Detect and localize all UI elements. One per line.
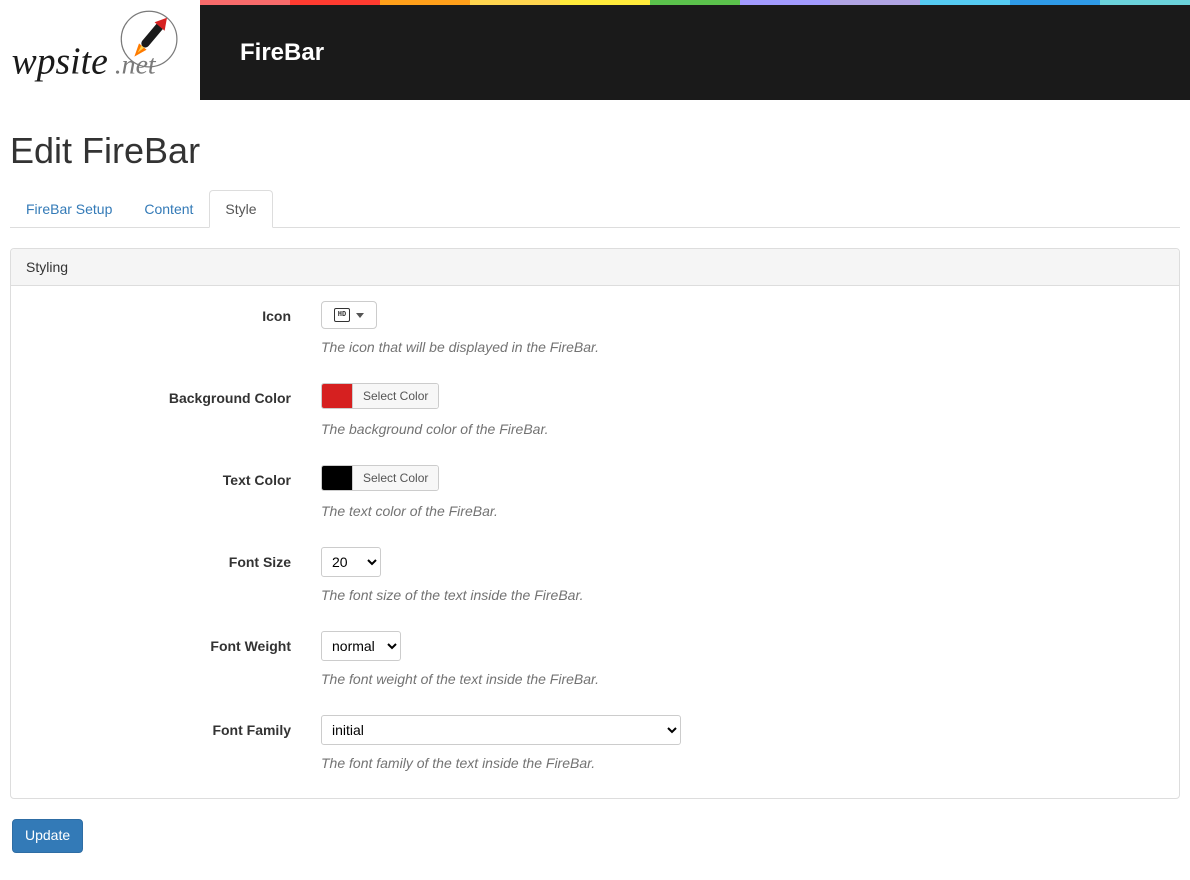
font-size-select[interactable]: 20 (321, 547, 381, 577)
panel-heading: Styling (11, 249, 1179, 286)
background-color-help: The background color of the FireBar. (321, 421, 1164, 437)
tab-content[interactable]: Content (128, 190, 209, 228)
icon-help: The icon that will be displayed in the F… (321, 339, 1164, 355)
font-weight-help: The font weight of the text inside the F… (321, 671, 1164, 687)
icon-picker-button[interactable]: HD (321, 301, 377, 329)
font-family-select[interactable]: initial (321, 715, 681, 745)
text-color-button[interactable]: Select Color (352, 466, 438, 490)
font-family-label: Font Family (26, 715, 306, 771)
font-family-help: The font family of the text inside the F… (321, 755, 1164, 771)
font-weight-label: Font Weight (26, 631, 306, 687)
field-font-weight: Font Weight normal The font weight of th… (26, 631, 1164, 687)
tabs: FireBar Setup Content Style (10, 190, 1180, 228)
tab-style[interactable]: Style (209, 190, 272, 228)
wpsite-logo-icon: wpsite .net (10, 8, 190, 93)
svg-text:.net: .net (115, 49, 157, 80)
text-color-picker[interactable]: Select Color (321, 465, 439, 491)
styling-panel: Styling Icon HD The icon that will be di… (10, 248, 1180, 799)
hdd-icon: HD (334, 308, 350, 322)
page-title: Edit FireBar (10, 130, 1180, 172)
app-title: FireBar (200, 5, 1190, 100)
svg-text:wpsite: wpsite (12, 40, 108, 82)
top-header: wpsite .net FireBar (0, 0, 1190, 100)
background-color-label: Background Color (26, 383, 306, 437)
field-font-size: Font Size 20 The font size of the text i… (26, 547, 1164, 603)
tab-firebar-setup[interactable]: FireBar Setup (10, 190, 128, 228)
icon-label: Icon (26, 301, 306, 355)
text-color-swatch (322, 466, 352, 490)
field-font-family: Font Family initial The font family of t… (26, 715, 1164, 771)
text-color-help: The text color of the FireBar. (321, 503, 1164, 519)
font-size-label: Font Size (26, 547, 306, 603)
background-color-picker[interactable]: Select Color (321, 383, 439, 409)
field-background-color: Background Color Select Color The backgr… (26, 383, 1164, 437)
update-button[interactable]: Update (12, 819, 83, 853)
logo: wpsite .net (0, 0, 200, 100)
field-icon: Icon HD The icon that will be displayed … (26, 301, 1164, 355)
font-size-help: The font size of the text inside the Fir… (321, 587, 1164, 603)
chevron-down-icon (356, 313, 364, 318)
background-color-button[interactable]: Select Color (352, 384, 438, 408)
font-weight-select[interactable]: normal (321, 631, 401, 661)
background-color-swatch (322, 384, 352, 408)
field-text-color: Text Color Select Color The text color o… (26, 465, 1164, 519)
text-color-label: Text Color (26, 465, 306, 519)
